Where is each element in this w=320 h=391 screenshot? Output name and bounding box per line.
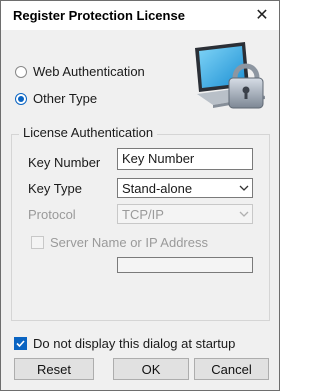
dialog-body: Web Authentication Other Type License Au…: [2, 31, 278, 389]
ok-button[interactable]: OK: [113, 358, 189, 380]
startup-checkbox-row[interactable]: Do not display this dialog at startup: [14, 336, 235, 351]
license-authentication-legend: License Authentication: [19, 125, 158, 140]
server-address-input[interactable]: [117, 257, 253, 273]
radio-other-type-label: Other Type: [33, 91, 98, 106]
protocol-select[interactable]: TCP/IP: [117, 204, 253, 224]
dialog-title: Register Protection License: [13, 8, 185, 23]
chevron-down-icon: [239, 211, 249, 217]
close-icon: ✕: [255, 7, 269, 24]
protocol-label: Protocol: [28, 207, 76, 222]
radio-web-authentication-label: Web Authentication: [33, 64, 145, 79]
server-name-checkbox-row[interactable]: Server Name or IP Address: [31, 235, 208, 250]
server-name-checkbox[interactable]: [31, 236, 44, 249]
key-type-value: Stand-alone: [122, 180, 193, 196]
chevron-down-icon: [239, 185, 249, 191]
laptop-padlock-icon: [195, 42, 265, 109]
register-license-dialog: Register Protection License ✕ Web Authen…: [0, 0, 280, 391]
radio-web-authentication[interactable]: Web Authentication: [15, 64, 145, 79]
radio-other-type-circle[interactable]: [15, 92, 27, 105]
key-number-label: Key Number: [28, 155, 101, 170]
key-number-input[interactable]: Key Number: [117, 148, 253, 170]
key-type-select[interactable]: Stand-alone: [117, 178, 253, 198]
startup-checkbox[interactable]: [14, 337, 27, 350]
title-bar: Register Protection License ✕: [1, 1, 279, 30]
radio-web-authentication-circle[interactable]: [15, 65, 27, 78]
checkmark-icon: [16, 340, 25, 348]
close-button[interactable]: ✕: [253, 6, 271, 24]
protocol-value: TCP/IP: [122, 206, 164, 222]
reset-button[interactable]: Reset: [14, 358, 94, 380]
startup-checkbox-label: Do not display this dialog at startup: [33, 336, 236, 351]
key-type-label: Key Type: [28, 181, 82, 196]
cancel-button[interactable]: Cancel: [194, 358, 269, 380]
radio-other-type[interactable]: Other Type: [15, 91, 97, 106]
server-name-label: Server Name or IP Address: [50, 235, 208, 250]
